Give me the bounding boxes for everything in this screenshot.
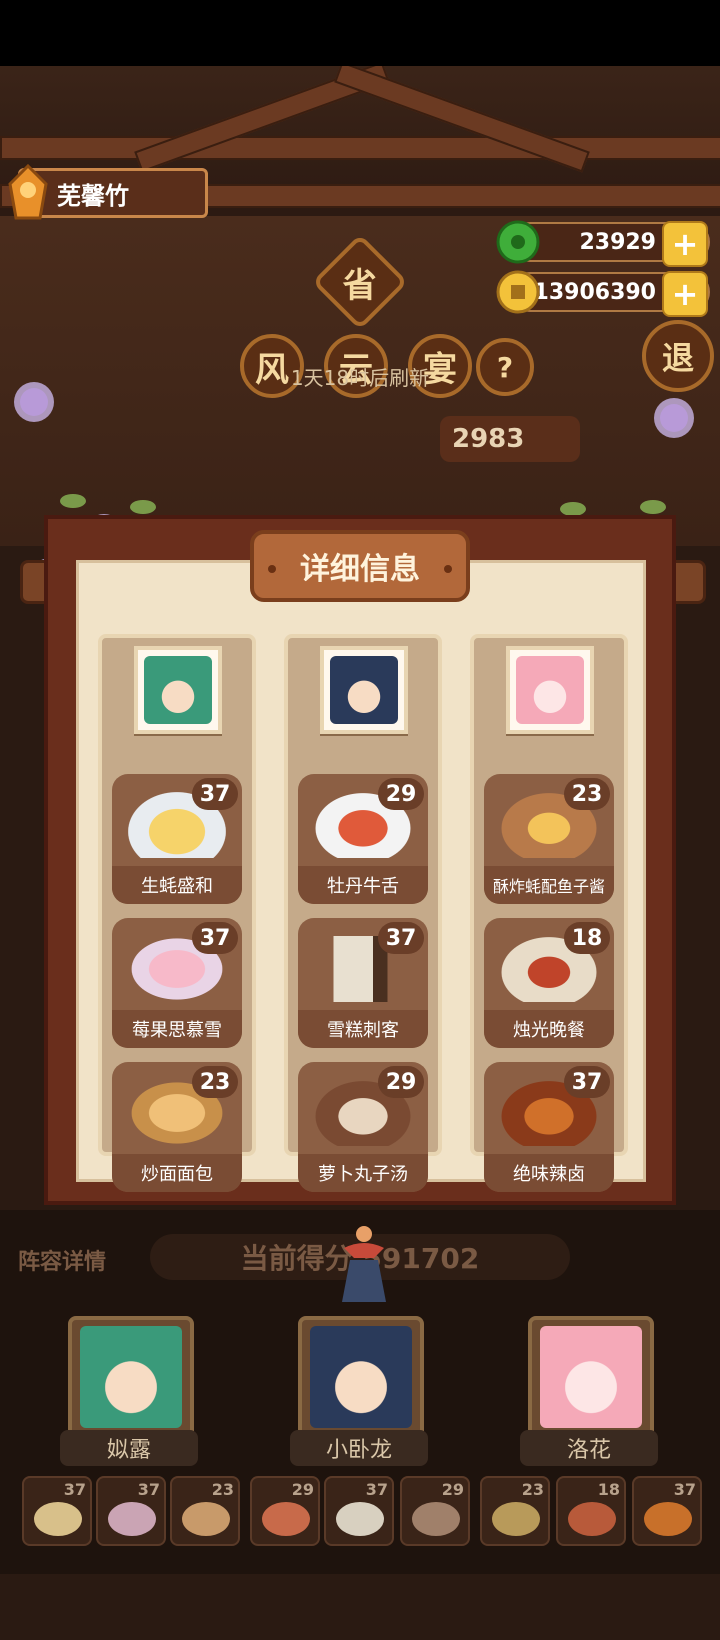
dish-name: 雪糕刺客 — [298, 1010, 428, 1048]
tassel-ornament — [342, 1226, 386, 1302]
team-chef-card[interactable] — [528, 1316, 654, 1446]
dish-image — [492, 1502, 540, 1536]
jade-icon — [496, 220, 540, 264]
dish-image — [262, 1502, 310, 1536]
flower-decoration — [660, 404, 688, 432]
team-chef-name: 小卧龙 — [290, 1430, 428, 1466]
panel-title: 详细信息 — [250, 530, 470, 602]
mini-dish[interactable]: 37 — [632, 1476, 702, 1546]
jade-currency: 23929 + — [496, 220, 710, 267]
flower-decoration — [20, 388, 48, 416]
chef-avatar — [310, 1326, 412, 1428]
coin-icon — [496, 270, 540, 314]
score-tag: 2983 — [440, 416, 580, 462]
jade-amount: 23929 — [579, 229, 656, 255]
dish-card[interactable]: 29 萝卜丸子汤 — [298, 1062, 428, 1192]
leaf-decoration — [60, 494, 86, 508]
coin-currency: 13906390 + — [496, 270, 710, 317]
dish-card[interactable]: 37 生蚝盛和 — [112, 774, 242, 904]
add-jade-button[interactable]: + — [662, 221, 708, 267]
chef-portrait[interactable] — [134, 646, 222, 734]
dish-card[interactable]: 18 烛光晚餐 — [484, 918, 614, 1048]
dish-card[interactable]: 37 绝味辣卤 — [484, 1062, 614, 1192]
dish-name: 酥炸蚝配鱼子酱 — [484, 866, 614, 904]
mini-dish[interactable]: 29 — [400, 1476, 470, 1546]
mini-dish[interactable]: 23 — [480, 1476, 550, 1546]
dish-image — [34, 1502, 82, 1536]
dish-image — [412, 1502, 460, 1536]
mini-dish[interactable]: 18 — [556, 1476, 626, 1546]
dish-level: 37 — [192, 922, 238, 954]
leaf-decoration — [130, 500, 156, 514]
dish-image — [182, 1502, 230, 1536]
dish-name: 萝卜丸子汤 — [298, 1154, 428, 1192]
player-name: 芜馨竹 — [57, 181, 129, 210]
mini-dish[interactable]: 37 — [96, 1476, 166, 1546]
dish-name: 烛光晚餐 — [484, 1010, 614, 1048]
dish-image — [108, 1502, 156, 1536]
chef-portrait[interactable] — [320, 646, 408, 734]
dish-level: 29 — [378, 778, 424, 810]
mini-dish[interactable]: 23 — [170, 1476, 240, 1546]
leaf-decoration — [640, 500, 666, 514]
chef-avatar — [80, 1326, 182, 1428]
leaf-decoration — [560, 502, 586, 516]
refresh-timer: 1天18时后刷新 — [290, 366, 430, 390]
roof-beam — [0, 136, 720, 160]
dish-level: 37 — [378, 922, 424, 954]
dish-card[interactable]: 29 牡丹牛舌 — [298, 774, 428, 904]
dish-level: 37 — [564, 1066, 610, 1098]
add-coin-button[interactable]: + — [662, 271, 708, 317]
province-label: 省 — [343, 265, 377, 306]
dish-card[interactable]: 23 炒面面包 — [112, 1062, 242, 1192]
dish-image — [336, 1502, 384, 1536]
dish-name: 生蚝盛和 — [112, 866, 242, 904]
dish-image — [644, 1502, 692, 1536]
mini-dish[interactable]: 37 — [324, 1476, 394, 1546]
dish-level: 23 — [192, 1066, 238, 1098]
dish-level: 18 — [564, 922, 610, 954]
team-chef-name: 洛花 — [520, 1430, 658, 1466]
mini-dish[interactable]: 37 — [22, 1476, 92, 1546]
dish-name: 莓果思慕雪 — [112, 1010, 242, 1048]
dish-card[interactable]: 37 雪糕刺客 — [298, 918, 428, 1048]
dish-level: 37 — [192, 778, 238, 810]
dish-name: 炒面面包 — [112, 1154, 242, 1192]
chef-avatar — [540, 1326, 642, 1428]
team-details-label: 阵容详情 — [18, 1250, 107, 1275]
coin-amount: 13906390 — [533, 279, 656, 305]
dish-level: 29 — [378, 1066, 424, 1098]
team-chef-card[interactable] — [298, 1316, 424, 1446]
team-chef-name: 姒露 — [60, 1430, 198, 1466]
chef-avatar — [144, 656, 212, 724]
dish-image — [568, 1502, 616, 1536]
player-level-icon — [8, 164, 48, 220]
team-chef-card[interactable] — [68, 1316, 194, 1446]
dish-level: 23 — [564, 778, 610, 810]
chef-avatar — [516, 656, 584, 724]
mini-dish[interactable]: 29 — [250, 1476, 320, 1546]
dish-card[interactable]: 23 酥炸蚝配鱼子酱 — [484, 774, 614, 904]
dish-name: 绝味辣卤 — [484, 1154, 614, 1192]
dish-name: 牡丹牛舌 — [298, 866, 428, 904]
status-bar — [0, 0, 720, 66]
chef-portrait[interactable] — [506, 646, 594, 734]
dish-card[interactable]: 37 莓果思慕雪 — [112, 918, 242, 1048]
chef-avatar — [330, 656, 398, 724]
